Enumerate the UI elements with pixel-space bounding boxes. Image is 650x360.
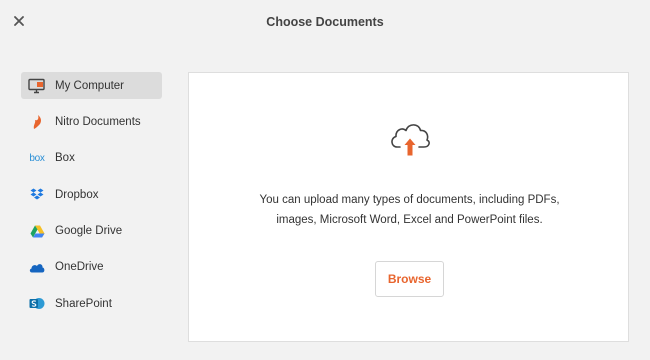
onedrive-icon	[28, 258, 46, 276]
sidebar-item-label: OneDrive	[55, 261, 104, 274]
upload-panel[interactable]: You can upload many types of documents, …	[188, 72, 629, 342]
sidebar-item-label: Nitro Documents	[55, 115, 141, 128]
sidebar-item-onedrive[interactable]: OneDrive	[21, 254, 162, 281]
sidebar-item-label: Box	[55, 152, 75, 165]
browse-button[interactable]: Browse	[375, 261, 444, 297]
sidebar-item-box[interactable]: box Box	[21, 145, 162, 172]
upload-description: You can upload many types of documents, …	[259, 194, 560, 226]
sidebar-item-my-computer[interactable]: My Computer	[21, 72, 162, 99]
source-sidebar: My Computer Nitro Documents box Box Drop…	[21, 72, 162, 327]
close-icon	[14, 16, 24, 26]
sidebar-item-google-drive[interactable]: Google Drive	[21, 218, 162, 245]
cloud-upload-icon	[386, 117, 434, 159]
sidebar-item-dropbox[interactable]: Dropbox	[21, 181, 162, 208]
dropbox-icon	[28, 186, 46, 204]
sidebar-item-label: Dropbox	[55, 188, 99, 201]
sidebar-item-nitro-documents[interactable]: Nitro Documents	[21, 108, 162, 135]
sidebar-item-label: SharePoint	[55, 297, 112, 310]
sharepoint-icon	[28, 295, 46, 313]
sidebar-item-label: Google Drive	[55, 225, 123, 238]
sidebar-item-sharepoint[interactable]: SharePoint	[21, 290, 162, 317]
close-button[interactable]	[10, 12, 28, 30]
google-drive-icon	[28, 222, 46, 240]
dialog-title: Choose Documents	[266, 15, 384, 29]
box-logo-icon: box	[29, 152, 45, 164]
sidebar-item-label: My Computer	[55, 79, 125, 92]
dialog-header: Choose Documents	[0, 0, 650, 44]
computer-icon	[28, 77, 46, 95]
nitro-icon	[28, 113, 46, 131]
